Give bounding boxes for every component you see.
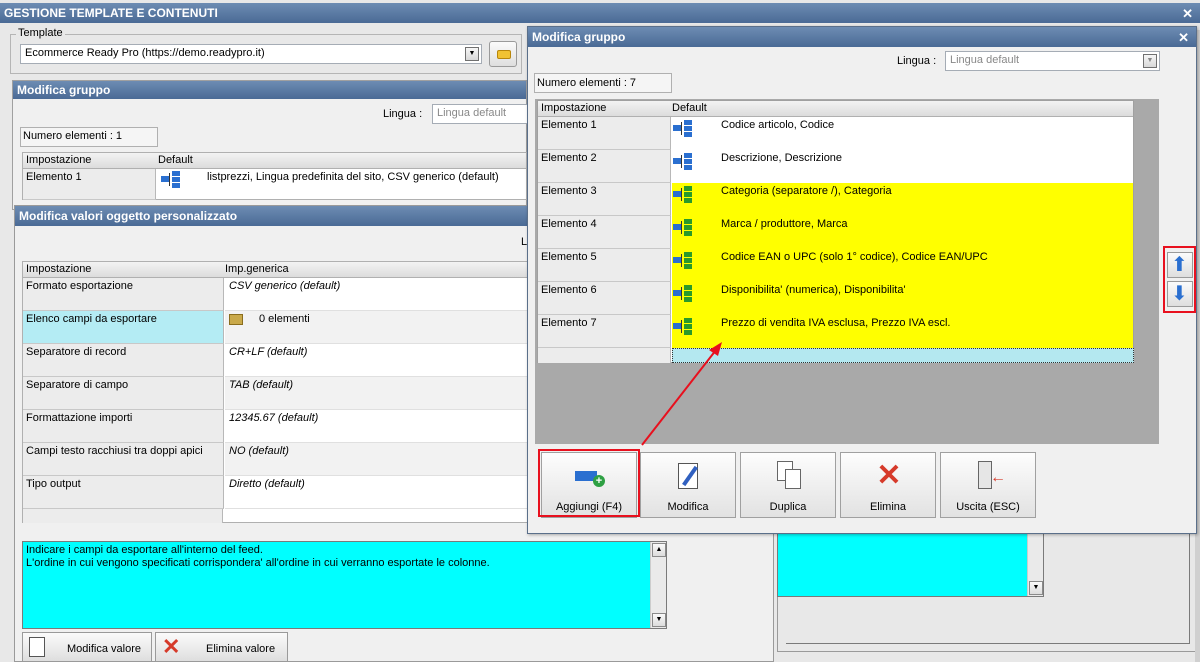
annotation-arrow — [641, 342, 722, 446]
